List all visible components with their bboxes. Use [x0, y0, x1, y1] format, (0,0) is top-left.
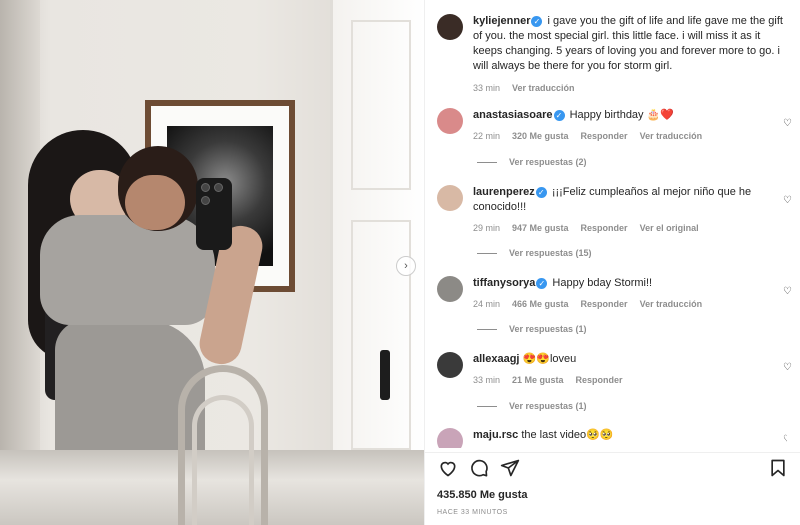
- verified-badge-icon: ✓: [536, 277, 548, 289]
- heart-outline-icon[interactable]: ♡: [783, 362, 792, 373]
- comment-text: 😍😍loveu: [522, 353, 577, 365]
- door-handle: [380, 350, 390, 400]
- comment-time: 24 min: [473, 299, 501, 309]
- post-photo[interactable]: ›: [0, 0, 424, 525]
- speech-bubble-icon[interactable]: [468, 457, 490, 479]
- comment-likes[interactable]: 320 Me gusta: [512, 131, 569, 141]
- caption-translate-link[interactable]: Ver traducción: [512, 83, 575, 93]
- comment: tiffanysorya ✓ Happy bday Stormi!! 24 min…: [437, 276, 792, 309]
- comment-likes[interactable]: 466 Me gusta: [512, 299, 569, 309]
- heart-outline-icon[interactable]: ♡: [783, 118, 792, 129]
- door: [330, 0, 424, 470]
- verified-badge-icon: ✓: [535, 186, 547, 198]
- caption-username[interactable]: kyliejenner: [473, 15, 530, 27]
- avatar[interactable]: [437, 352, 463, 378]
- reply-button[interactable]: Responder: [581, 299, 628, 309]
- view-replies-label: Ver respuestas (1): [509, 401, 587, 411]
- instagram-post: › kyliejenner ✓ i gave you the gift of li…: [0, 0, 800, 525]
- comment-likes[interactable]: 21 Me gusta: [512, 375, 564, 385]
- post-caption: kyliejenner ✓ i gave you the gift of life…: [437, 14, 789, 93]
- avatar[interactable]: [437, 108, 463, 134]
- child-face: [125, 175, 185, 230]
- avatar[interactable]: [437, 14, 463, 40]
- comment-time: 33 min: [473, 375, 501, 385]
- heart-outline-icon[interactable]: [437, 457, 459, 479]
- action-bar: [437, 457, 791, 481]
- comment-time: 29 min: [473, 223, 501, 233]
- comments-panel: kyliejenner ✓ i gave you the gift of life…: [424, 0, 800, 525]
- view-replies-button[interactable]: Ver respuestas (1): [477, 401, 587, 411]
- post-timestamp: HACE 33 MINUTOS: [437, 509, 508, 516]
- translate-link[interactable]: Ver traducción: [640, 131, 703, 141]
- faucet-inner: [192, 395, 254, 525]
- comment-username[interactable]: maju.rsc: [473, 429, 518, 441]
- comment: anastasiasoare ✓ Happy birthday 🎂❤️ 22 mi…: [437, 108, 792, 141]
- comment-text: Happy bday Stormi!!: [552, 277, 653, 289]
- heart-outline-icon[interactable]: ♡: [783, 195, 792, 206]
- likes-count[interactable]: 435.850 Me gusta: [437, 489, 528, 501]
- comment-likes[interactable]: 947 Me gusta: [512, 223, 569, 233]
- translate-link[interactable]: Ver traducción: [640, 299, 703, 309]
- bookmark-icon[interactable]: [767, 457, 789, 479]
- reply-button[interactable]: Responder: [581, 223, 628, 233]
- child-body: [40, 215, 215, 325]
- comment-username[interactable]: tiffanysorya: [473, 277, 535, 289]
- view-replies-button[interactable]: Ver respuestas (2): [477, 157, 587, 167]
- comment: maju.rsc the last video🥺🥺 ♡: [437, 428, 787, 448]
- avatar[interactable]: [437, 428, 463, 448]
- comment: allexaagj 😍😍loveu 33 min 21 Me gusta Res…: [437, 352, 792, 385]
- comment-username[interactable]: anastasiasoare: [473, 109, 553, 121]
- view-replies-button[interactable]: Ver respuestas (15): [477, 248, 592, 258]
- verified-badge-icon: ✓: [553, 109, 565, 121]
- view-replies-label: Ver respuestas (15): [509, 248, 592, 258]
- view-replies-button[interactable]: Ver respuestas (1): [477, 324, 587, 334]
- comment-username[interactable]: allexaagj: [473, 353, 519, 365]
- paper-plane-icon[interactable]: [499, 457, 521, 479]
- avatar[interactable]: [437, 185, 463, 211]
- comment: laurenperez ✓ ¡¡¡Feliz cumpleaños al mejo…: [437, 185, 792, 233]
- view-replies-label: Ver respuestas (1): [509, 324, 587, 334]
- view-original-link[interactable]: Ver el original: [640, 223, 699, 233]
- avatar[interactable]: [437, 276, 463, 302]
- comment-time: 22 min: [473, 131, 501, 141]
- post-footer: 435.850 Me gusta HACE 33 MINUTOS: [425, 452, 800, 525]
- heart-outline-icon[interactable]: ♡: [783, 286, 792, 297]
- comment-text: the last video🥺🥺: [521, 429, 614, 441]
- heart-outline-icon[interactable]: ♡: [783, 434, 787, 445]
- caption-time: 33 min: [473, 83, 501, 93]
- comment-username[interactable]: laurenperez: [473, 186, 535, 198]
- reply-button[interactable]: Responder: [576, 375, 623, 385]
- reply-button[interactable]: Responder: [581, 131, 628, 141]
- chevron-right-icon[interactable]: ›: [396, 256, 416, 276]
- view-replies-label: Ver respuestas (2): [509, 157, 587, 167]
- comment-text: Happy birthday 🎂❤️: [569, 109, 674, 121]
- verified-badge-icon: ✓: [531, 15, 543, 27]
- phone: [196, 178, 232, 250]
